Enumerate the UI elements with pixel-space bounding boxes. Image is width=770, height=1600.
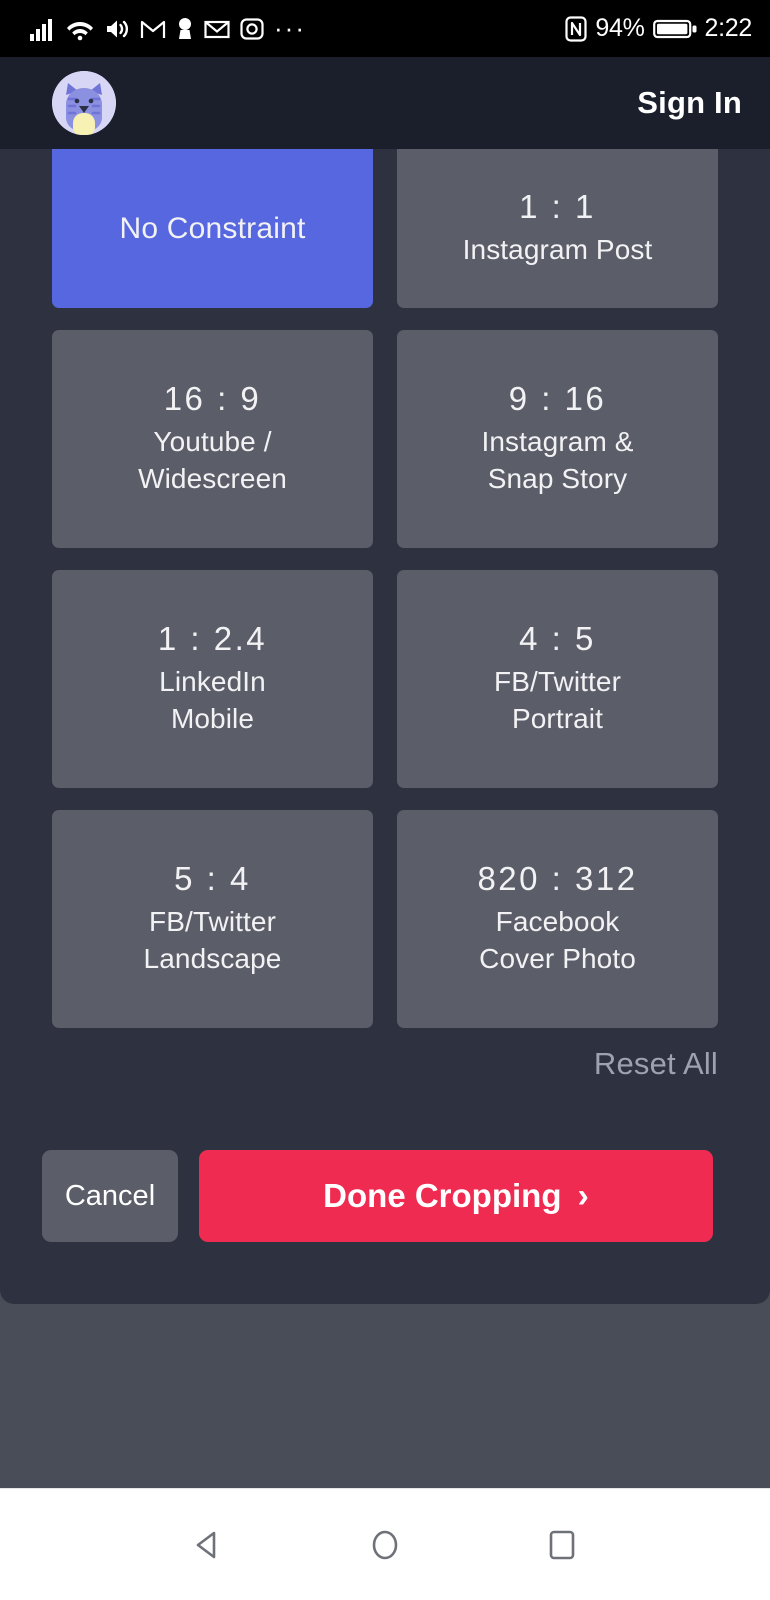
nfc-icon — [565, 15, 587, 42]
battery-percent: 94% — [595, 14, 645, 42]
aspect-ratio-tile[interactable]: 4 : 5 FB/Twitter Portrait — [397, 570, 718, 788]
aspect-ratio-tile[interactable]: No Constraint — [52, 149, 373, 308]
mail-icon — [204, 17, 230, 41]
tile-caption: No Constraint — [119, 211, 306, 245]
done-cropping-label: Done Cropping — [323, 1177, 562, 1214]
tile-caption: Youtube / Widescreen — [138, 425, 287, 495]
gmail-icon — [140, 17, 166, 41]
aspect-ratio-tile[interactable]: 9 : 16 Instagram & Snap Story — [397, 330, 718, 548]
wifi-icon — [66, 17, 94, 41]
aspect-ratio-tile[interactable]: 5 : 4 FB/Twitter Landscape — [52, 810, 373, 1028]
reset-all-row: Reset All — [0, 1046, 770, 1082]
signal-bars-icon — [30, 17, 56, 41]
tile-ratio: 16 : 9 — [163, 379, 262, 417]
tile-caption: Instagram & Snap Story — [481, 425, 634, 495]
cat-avatar[interactable] — [52, 71, 116, 135]
status-clock: 2:22 — [704, 14, 753, 42]
chevron-right-icon: › — [577, 1177, 589, 1215]
back-triangle-icon[interactable] — [168, 1505, 248, 1585]
tile-ratio: 820 : 312 — [477, 859, 638, 897]
battery-icon — [652, 17, 697, 41]
aspect-ratio-tile[interactable]: 1 : 1 Instagram Post — [397, 149, 718, 308]
tile-caption: LinkedIn Mobile — [159, 665, 266, 735]
tile-caption: Facebook Cover Photo — [479, 905, 636, 975]
recents-square-icon[interactable] — [522, 1505, 602, 1585]
volume-icon — [104, 17, 130, 41]
aspect-ratio-tile[interactable]: 1 : 2.4 LinkedIn Mobile — [52, 570, 373, 788]
tile-caption: FB/Twitter Landscape — [143, 905, 282, 975]
tile-ratio: 1 : 1 — [519, 187, 596, 225]
home-circle-icon[interactable] — [345, 1505, 425, 1585]
android-nav-bar — [0, 1488, 770, 1600]
done-cropping-button[interactable]: Done Cropping › — [199, 1150, 713, 1242]
sign-in-button[interactable]: Sign In — [637, 85, 742, 121]
tile-caption: Instagram Post — [462, 234, 653, 266]
tile-ratio: 1 : 2.4 — [157, 619, 268, 657]
cancel-button[interactable]: Cancel — [42, 1150, 178, 1242]
overflow-dots-icon: ··· — [274, 12, 306, 43]
status-bar: ··· 94% 2:22 — [0, 0, 770, 57]
tile-ratio: 5 : 4 — [174, 859, 251, 897]
status-bar-right: 94% 2:22 — [565, 14, 752, 43]
aspect-ratio-tile[interactable]: 820 : 312 Facebook Cover Photo — [397, 810, 718, 1028]
aspect-ratio-tile[interactable]: 16 : 9 Youtube / Widescreen — [52, 330, 373, 548]
instagram-icon — [240, 17, 264, 41]
phone-screen: ··· 94% 2:22 Sign In No Constraint 1: 1… — [0, 0, 770, 1600]
tile-caption: FB/Twitter Portrait — [493, 665, 621, 735]
tile-ratio: 4 : 5 — [519, 619, 596, 657]
app-header: Sign In — [0, 57, 770, 149]
reset-all-button[interactable]: Reset All — [594, 1046, 718, 1082]
action-button-row: Cancel Done Cropping › — [0, 1150, 770, 1242]
crop-ratio-sheet: No Constraint 1 : 1 Instagram Post 16 : 9 Yo… — [0, 149, 770, 1304]
keyhole-icon — [176, 17, 194, 41]
aspect-ratio-grid: No Constraint 1 : 1 Instagram Post 16 : 9 Yo… — [52, 149, 718, 1028]
tile-ratio: 9 : 16 — [508, 379, 607, 417]
status-bar-left: ··· — [30, 12, 306, 43]
